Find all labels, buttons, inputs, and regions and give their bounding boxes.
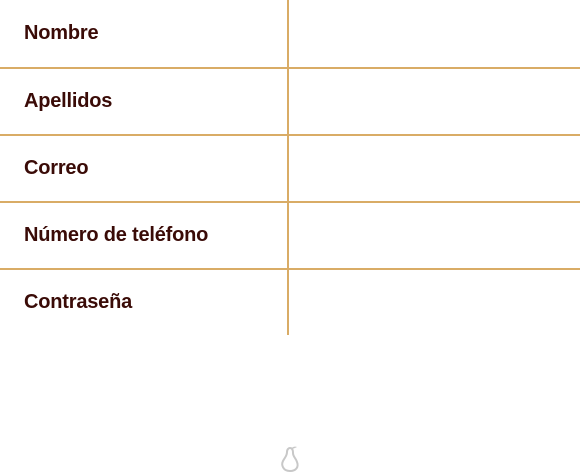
pear-logo-icon-svg <box>281 446 299 472</box>
apellidos-input[interactable] <box>289 69 580 134</box>
apellidos-label: Apellidos <box>0 69 289 134</box>
correo-label: Correo <box>0 136 289 201</box>
form-row-correo: Correo <box>0 134 580 201</box>
pear-logo-icon <box>278 444 302 472</box>
form-row-nombre: Nombre <box>0 0 580 67</box>
form-row-apellidos: Apellidos <box>0 67 580 134</box>
form-row-telefono: Número de teléfono <box>0 201 580 268</box>
form-row-contrasena: Contraseña <box>0 268 580 335</box>
nombre-label: Nombre <box>0 0 289 67</box>
contrasena-label: Contraseña <box>0 270 289 335</box>
nombre-input[interactable] <box>289 0 580 67</box>
contrasena-input[interactable] <box>289 270 580 335</box>
registration-form: Nombre Apellidos Correo Número de teléfo… <box>0 0 580 335</box>
telefono-input[interactable] <box>289 203 580 268</box>
telefono-label: Número de teléfono <box>0 203 289 268</box>
correo-input[interactable] <box>289 136 580 201</box>
